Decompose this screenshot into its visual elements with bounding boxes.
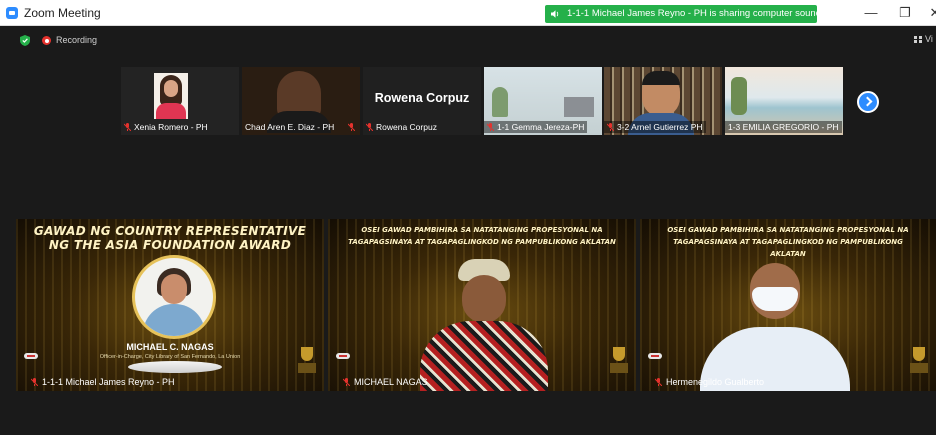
speaker-icon xyxy=(551,10,559,18)
recording-icon xyxy=(42,36,51,45)
minimize-button[interactable]: — xyxy=(860,4,882,22)
participant-thumbnail[interactable]: 1-3 EMILIA GREGORIO - PH xyxy=(725,67,843,135)
next-page-button[interactable] xyxy=(857,91,879,113)
logo-icon xyxy=(24,353,38,359)
meeting-area: Recording Vi Xenia Romero - PH Chad Aren… xyxy=(0,26,936,435)
sharing-banner-text: 1-1-1 Michael James Reyno - PH is sharin… xyxy=(567,8,817,19)
participant-name-label: 1-1-1 Michael James Reyno - PH xyxy=(16,376,178,389)
video-tile[interactable]: GAWAD NG COUNTRY REPRESENTATIVE NG THE A… xyxy=(16,219,324,391)
maximize-button[interactable]: ❐ xyxy=(894,4,916,22)
trophy-icon xyxy=(908,347,930,375)
recording-label: Recording xyxy=(56,35,98,45)
participant-thumbnail[interactable]: 1-1 Gemma Jereza-PH xyxy=(484,67,602,135)
view-label: Vi xyxy=(925,34,933,44)
muted-mic-icon xyxy=(343,378,350,386)
participant-thumbnail[interactable]: Chad Aren E. Diaz - PH xyxy=(242,67,360,135)
participant-name-label: 3-2 Arnel Gutierrez PH xyxy=(604,121,706,133)
participant-thumbnail[interactable]: Rowena Corpuz Rowena Corpuz xyxy=(363,67,481,135)
title-bar: Zoom Meeting 1-1-1 Michael James Reyno -… xyxy=(0,0,936,26)
muted-mic-icon xyxy=(124,123,131,131)
awardee-name: MICHAEL C. NAGAS xyxy=(126,342,214,352)
muted-mic-icon xyxy=(348,123,355,131)
trophy-icon xyxy=(296,347,318,375)
gallery-view-icon xyxy=(914,36,922,43)
awardee-position: Officer-in-Charge, City Library of San F… xyxy=(99,354,241,360)
participant-thumbnail[interactable]: 3-2 Arnel Gutierrez PH xyxy=(604,67,722,135)
muted-mic-icon xyxy=(487,123,494,131)
participant-name-label: MICHAEL NAGAS xyxy=(328,376,431,389)
awardee-portrait xyxy=(132,255,216,339)
video-tile[interactable]: OSEI GAWAD PAMBIHIRA SA NATATANGING PROP… xyxy=(640,219,936,391)
participant-video xyxy=(492,87,508,117)
participant-video xyxy=(731,77,747,115)
muted-mic-icon xyxy=(607,123,614,131)
video-tile[interactable]: OSEI GAWAD PAMBIHIRA SA NATATANGING PROP… xyxy=(328,219,636,391)
participant-video xyxy=(414,259,554,391)
award-title: GAWAD NG COUNTRY REPRESENTATIVE NG THE A… xyxy=(33,224,307,252)
zoom-app-icon xyxy=(6,7,18,19)
participant-name-label: Xenia Romero - PH xyxy=(121,121,211,133)
participant-name-label: Chad Aren E. Diaz - PH xyxy=(242,121,355,133)
participant-video xyxy=(154,73,188,119)
muted-mic-icon xyxy=(655,378,662,386)
security-shield-icon[interactable] xyxy=(20,35,30,46)
award-title: OSEI GAWAD PAMBIHIRA SA NATATANGING PROP… xyxy=(348,226,616,246)
award-title: OSEI GAWAD PAMBIHIRA SA NATATANGING PROP… xyxy=(667,226,909,258)
sharing-banner[interactable]: 1-1-1 Michael James Reyno - PH is sharin… xyxy=(545,5,817,23)
participant-video xyxy=(700,263,850,391)
participant-name-label: 1-1 Gemma Jereza-PH xyxy=(484,121,588,133)
muted-mic-icon xyxy=(31,378,38,386)
participant-name-label: Hermenegildo Gualberto xyxy=(640,376,767,389)
muted-mic-icon xyxy=(366,123,373,131)
close-button[interactable]: ✕ xyxy=(924,4,936,22)
participant-name-label: Rowena Corpuz xyxy=(363,121,440,133)
window-title: Zoom Meeting xyxy=(24,6,101,20)
participant-thumbnail[interactable]: Xenia Romero - PH xyxy=(121,67,239,135)
view-button[interactable]: Vi xyxy=(914,34,933,44)
logo-icon xyxy=(648,353,662,359)
participant-display-name: Rowena Corpuz xyxy=(374,91,470,105)
trophy-icon xyxy=(608,347,630,375)
pedestal-graphic xyxy=(128,361,222,373)
logo-icon xyxy=(336,353,350,359)
participant-name-label: 1-3 EMILIA GREGORIO - PH xyxy=(725,121,842,133)
